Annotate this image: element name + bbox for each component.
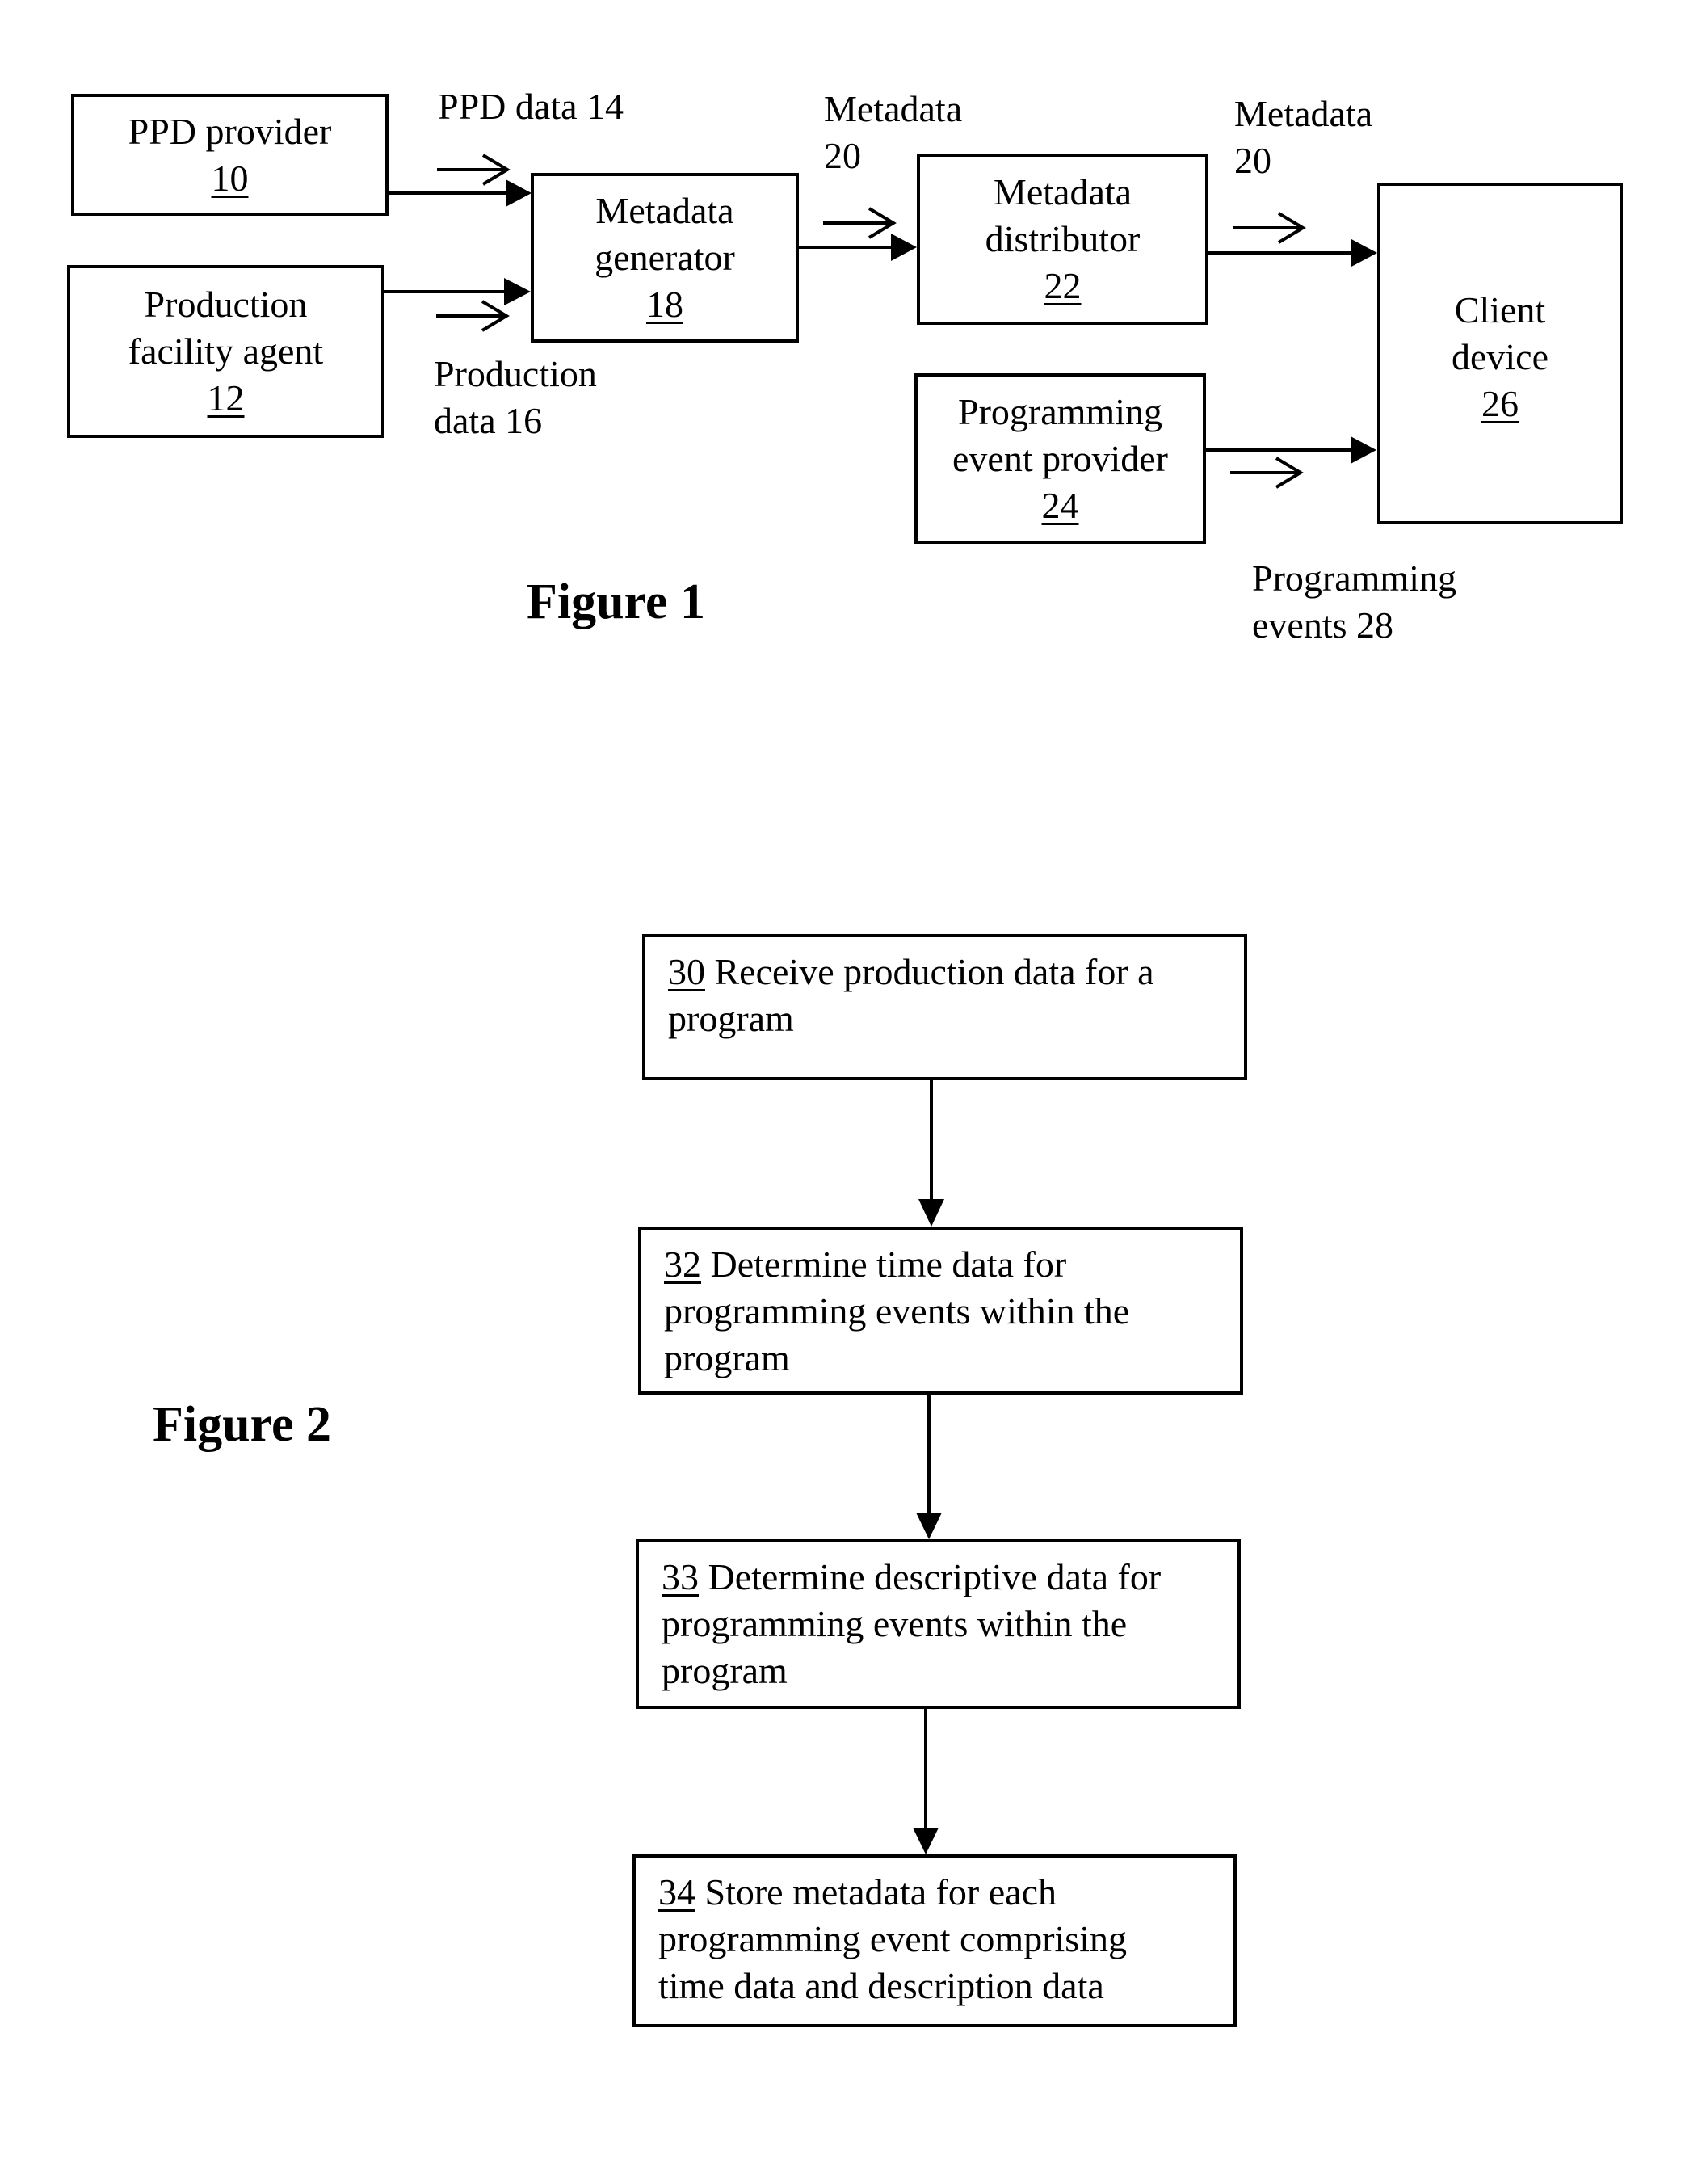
production-data-label-line2: data 16 xyxy=(434,400,543,441)
connector-ppd-to-generator xyxy=(389,179,532,207)
figure-1-title: Figure 1 xyxy=(527,574,705,629)
flow-arrow-ppd-data-icon xyxy=(437,154,511,186)
client-device-box: Client device 26 xyxy=(1377,183,1623,524)
client-device-label-line1: Client xyxy=(1454,289,1546,330)
metadata-in-label: Metadata 20 xyxy=(824,86,962,179)
step-34-text-line1: Store metadata for each xyxy=(695,1871,1057,1913)
step-34-box: 34 Store metadata for each programming e… xyxy=(632,1854,1237,2027)
programming-event-provider-box: Programming event provider 24 xyxy=(914,373,1206,544)
step-33-line1: 33 Determine descriptive data for xyxy=(662,1554,1237,1601)
programming-events-label-line2: events 28 xyxy=(1252,604,1394,646)
step-30-number: 30 xyxy=(668,951,705,992)
step-33-line2: programming events within the xyxy=(662,1603,1128,1644)
ppd-provider-ref: 10 xyxy=(211,157,249,199)
programming-event-provider-label-line2: event provider xyxy=(952,437,1168,479)
flow-arrow-production-data-icon xyxy=(436,300,510,332)
step-30-box: 30 Receive production data for a program xyxy=(642,934,1247,1080)
client-device-label-line2: device xyxy=(1451,336,1549,377)
metadata-distributor-label-line1: Metadata xyxy=(993,171,1132,213)
production-data-label: Production data 16 xyxy=(434,351,597,444)
programming-events-label: Programming events 28 xyxy=(1252,555,1456,649)
step-33-line3: program xyxy=(662,1650,788,1691)
ppd-provider-box: PPD provider 10 xyxy=(71,94,389,216)
metadata-out-label-line2: 20 xyxy=(1234,140,1271,181)
step-32-number: 32 xyxy=(664,1243,701,1285)
step-34-line3: time data and description data xyxy=(658,1965,1104,2006)
figure-2-title: Figure 2 xyxy=(153,1397,331,1452)
step-34-number: 34 xyxy=(658,1871,695,1913)
connector-generator-to-distributor xyxy=(799,234,917,261)
connector-step30-to-step32 xyxy=(918,1080,944,1227)
flow-arrow-programming-events-icon xyxy=(1230,457,1304,489)
step-33-text-line1: Determine descriptive data for xyxy=(699,1556,1162,1597)
flow-arrow-metadata-out-icon xyxy=(1233,212,1306,244)
production-data-label-line1: Production xyxy=(434,353,597,394)
metadata-out-label: Metadata 20 xyxy=(1234,90,1372,184)
production-facility-agent-label-line1: Production xyxy=(144,284,308,325)
step-32-line2: programming events within the xyxy=(664,1290,1130,1332)
connector-step33-to-step34 xyxy=(913,1709,939,1854)
ppd-data-label: PPD data 14 xyxy=(438,83,624,130)
production-facility-agent-ref: 12 xyxy=(207,377,245,419)
programming-event-provider-label-line1: Programming xyxy=(958,390,1162,432)
metadata-generator-label-line1: Metadata xyxy=(595,190,734,231)
metadata-distributor-label-line2: distributor xyxy=(985,218,1141,259)
client-device-ref: 26 xyxy=(1481,383,1519,424)
ppd-data-label-text: PPD data 14 xyxy=(438,86,624,127)
step-32-box: 32 Determine time data for programming e… xyxy=(638,1227,1243,1395)
programming-events-label-line1: Programming xyxy=(1252,558,1456,599)
ppd-provider-label: PPD provider xyxy=(128,110,332,152)
metadata-in-label-line2: 20 xyxy=(824,135,861,176)
step-30-text-line1: Receive production data for a xyxy=(705,951,1154,992)
metadata-distributor-ref: 22 xyxy=(1044,265,1082,306)
programming-event-provider-ref: 24 xyxy=(1041,484,1079,526)
step-32-line3: program xyxy=(664,1337,790,1378)
metadata-out-label-line1: Metadata xyxy=(1234,93,1373,134)
step-30-line2: program xyxy=(668,998,794,1039)
metadata-in-label-line1: Metadata xyxy=(824,88,963,129)
metadata-generator-label-line2: generator xyxy=(595,237,735,278)
connector-distributor-to-client xyxy=(1208,239,1377,267)
connector-step32-to-step33 xyxy=(916,1395,942,1539)
step-33-number: 33 xyxy=(662,1556,699,1597)
metadata-generator-ref: 18 xyxy=(646,284,683,325)
connector-agent-to-generator xyxy=(384,278,531,305)
production-facility-agent-box: Production facility agent 12 xyxy=(67,265,384,438)
step-34-line2: programming event comprising xyxy=(658,1918,1127,1959)
flow-arrow-metadata-in-icon xyxy=(823,207,897,239)
step-32-text-line1: Determine time data for xyxy=(701,1243,1067,1285)
connector-event-provider-to-client xyxy=(1206,436,1376,464)
step-32-line1: 32 Determine time data for xyxy=(664,1241,1240,1288)
step-33-box: 33 Determine descriptive data for progra… xyxy=(636,1539,1241,1709)
production-facility-agent-label-line2: facility agent xyxy=(128,330,324,372)
metadata-generator-box: Metadata generator 18 xyxy=(531,173,799,343)
step-30-line1: 30 Receive production data for a xyxy=(668,949,1244,995)
step-34-line1: 34 Store metadata for each xyxy=(658,1869,1233,1916)
